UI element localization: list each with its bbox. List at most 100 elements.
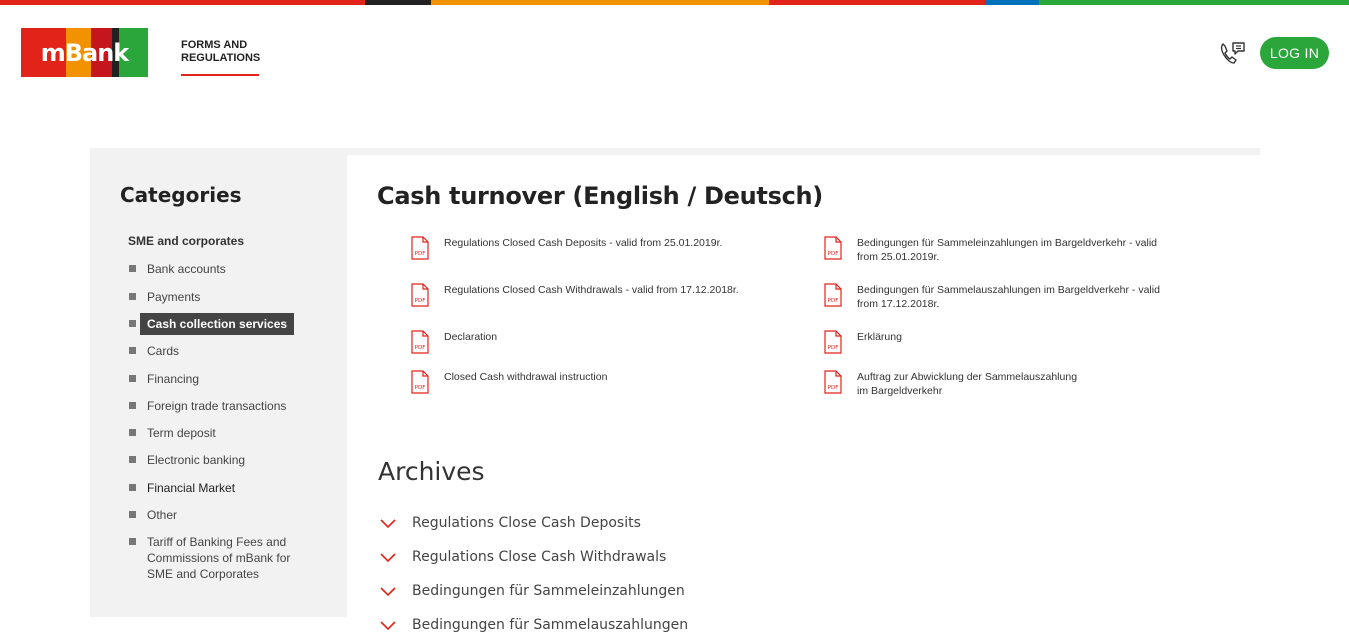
chevron-down-icon <box>380 587 396 597</box>
logo-text: mBank <box>40 38 130 67</box>
nav-forms-line1: FORMS AND <box>181 39 248 51</box>
document-link[interactable]: PDF Bedingungen für Sammeleinzahlungen i… <box>824 236 1157 264</box>
document-label-line: Bedingungen für Sammelauszahlungen im Ba… <box>857 284 1160 296</box>
bullet-icon <box>129 347 136 354</box>
svg-text:PDF: PDF <box>415 345 426 351</box>
archive-toggle[interactable]: Regulations Close Cash Withdrawals <box>379 549 666 565</box>
sidebar-item-label: Payments <box>147 290 201 304</box>
login-button[interactable]: LOG IN <box>1260 37 1329 69</box>
archive-toggle[interactable]: Bedingungen für Sammelauszahlungen <box>379 617 688 632</box>
nav-active-underline <box>181 74 259 76</box>
document-label: Declaration <box>444 330 497 344</box>
nav-forms-line2: REGULATIONS <box>181 52 261 64</box>
top-color-bar <box>0 0 1349 5</box>
document-link[interactable]: PDF Regulations Closed Cash Withdrawals … <box>411 283 739 307</box>
document-label-line: Regulations Closed Cash Deposits - valid… <box>444 237 723 249</box>
bullet-icon <box>129 402 136 409</box>
chevron-down-icon <box>380 621 396 631</box>
archives-title: Archives <box>378 457 485 486</box>
phone-chat-icon[interactable] <box>1218 40 1246 66</box>
sidebar-item-term-deposit[interactable]: Term deposit <box>129 425 216 441</box>
svg-text:PDF: PDF <box>828 298 839 304</box>
mbank-logo[interactable]: mBank <box>21 28 148 77</box>
tariff-line: Commissions of mBank for <box>147 551 291 565</box>
document-link[interactable]: PDF Regulations Closed Cash Deposits - v… <box>411 236 722 260</box>
document-label-line: Auftrag zur Abwicklung der Sammelauszahl… <box>857 371 1078 383</box>
svg-text:PDF: PDF <box>415 385 426 391</box>
sidebar-title: Categories <box>120 183 242 207</box>
svg-text:PDF: PDF <box>828 385 839 391</box>
document-link[interactable]: PDF Auftrag zur Abwicklung der Sammelaus… <box>824 370 1077 398</box>
sidebar-item-label: Term deposit <box>147 426 216 440</box>
sidebar-item-financing[interactable]: Financing <box>129 371 199 387</box>
document-label: Regulations Closed Cash Deposits - valid… <box>444 236 722 250</box>
chevron-down-icon <box>380 519 396 529</box>
sidebar-section-sme[interactable]: SME and corporates <box>128 234 244 248</box>
sidebar-item-financial-market[interactable]: Financial Market <box>129 480 235 496</box>
sidebar-item-label: Bank accounts <box>147 262 226 276</box>
archive-label: Regulations Close Cash Withdrawals <box>412 549 667 565</box>
archive-label: Regulations Close Cash Deposits <box>412 515 641 531</box>
archive-toggle[interactable]: Regulations Close Cash Deposits <box>379 515 641 531</box>
document-label-line: Erklärung <box>857 331 902 343</box>
sidebar-item-label: Cash collection services <box>140 313 295 335</box>
bullet-icon <box>129 484 136 491</box>
svg-text:PDF: PDF <box>828 251 839 257</box>
document-label: Auftrag zur Abwicklung der Sammelauszahl… <box>857 370 1077 398</box>
sidebar-item-label: Cards <box>147 344 180 358</box>
pdf-icon: PDF <box>824 370 842 394</box>
sidebar-item-electronic-banking[interactable]: Electronic banking <box>129 452 245 468</box>
tariff-line: Tariff of Banking Fees and <box>147 535 287 549</box>
sidebar-item-label: Tariff of Banking Fees and Commissions o… <box>147 534 290 582</box>
document-label: Erklärung <box>857 330 902 344</box>
document-label-line: from 25.01.2019r. <box>857 251 940 263</box>
document-label-line: im Bargeldverkehr <box>857 385 943 397</box>
document-link[interactable]: PDF Declaration <box>411 330 497 354</box>
svg-text:PDF: PDF <box>828 345 839 351</box>
archive-toggle[interactable]: Bedingungen für Sammeleinzahlungen <box>379 583 685 599</box>
pdf-icon: PDF <box>824 330 842 354</box>
sidebar-item-bank-accounts[interactable]: Bank accounts <box>129 261 226 277</box>
bullet-icon <box>129 511 136 518</box>
nav-forms-and-regulations[interactable]: FORMS AND REGULATIONS <box>181 39 260 65</box>
sidebar-item-label: Other <box>147 508 178 522</box>
svg-text:PDF: PDF <box>415 298 426 304</box>
document-label-line: from 17.12.2018r. <box>857 298 940 310</box>
pdf-icon: PDF <box>824 236 842 260</box>
content-top-strip <box>347 148 1260 155</box>
archive-label: Bedingungen für Sammeleinzahlungen <box>412 583 685 599</box>
pdf-icon: PDF <box>411 236 429 260</box>
sidebar-item-foreign-trade[interactable]: Foreign trade transactions <box>129 398 286 414</box>
bullet-icon <box>129 375 136 382</box>
sidebar-item-payments[interactable]: Payments <box>129 289 200 305</box>
chevron-down-icon <box>380 553 396 563</box>
sidebar-item-cash-collection-services[interactable]: Cash collection services <box>129 313 295 335</box>
sidebar-item-tariff[interactable]: Tariff of Banking Fees and Commissions o… <box>129 534 290 582</box>
pdf-icon: PDF <box>411 283 429 307</box>
document-label-line: Declaration <box>444 331 498 343</box>
document-link[interactable]: PDF Erklärung <box>824 330 902 354</box>
document-label-line: Regulations Closed Cash Withdrawals - va… <box>444 284 739 296</box>
bullet-icon <box>129 429 136 436</box>
document-label-line: Closed Cash withdrawal instruction <box>444 371 608 383</box>
document-link[interactable]: PDF Closed Cash withdrawal instruction <box>411 370 607 394</box>
sidebar-item-label: Electronic banking <box>147 453 246 467</box>
page-title: Cash turnover (English / Deutsch) <box>377 182 823 210</box>
sidebar-item-label: Foreign trade transactions <box>147 399 287 413</box>
document-label-line: Bedingungen für Sammeleinzahlungen im Ba… <box>857 237 1158 249</box>
document-label: Bedingungen für Sammelauszahlungen im Ba… <box>857 283 1160 311</box>
bullet-icon <box>129 293 136 300</box>
document-label: Closed Cash withdrawal instruction <box>444 370 607 384</box>
bullet-icon <box>129 265 136 272</box>
document-link[interactable]: PDF Bedingungen für Sammelauszahlungen i… <box>824 283 1160 311</box>
sidebar-item-cards[interactable]: Cards <box>129 343 179 359</box>
bullet-icon <box>129 538 136 545</box>
pdf-icon: PDF <box>411 330 429 354</box>
document-label: Bedingungen für Sammeleinzahlungen im Ba… <box>857 236 1157 264</box>
document-label: Regulations Closed Cash Withdrawals - va… <box>444 283 739 297</box>
svg-text:PDF: PDF <box>415 251 426 257</box>
sidebar-item-label: Financial Market <box>147 481 236 495</box>
sidebar-item-other[interactable]: Other <box>129 507 177 523</box>
pdf-icon: PDF <box>411 370 429 394</box>
bullet-icon <box>129 456 136 463</box>
